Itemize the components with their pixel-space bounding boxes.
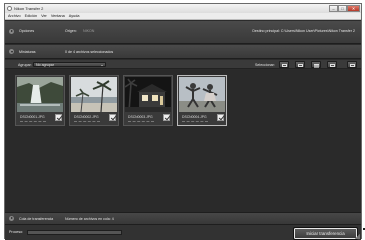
transfer-checkbox[interactable]: [163, 114, 170, 121]
menu-ver[interactable]: Ver: [41, 13, 47, 19]
thumbnail-1[interactable]: DSCN0001.JPG: [15, 75, 65, 126]
menu-bar: Archivo Edición Ver Ventana Ayuda: [5, 13, 361, 20]
progress-label: Proceso:: [9, 230, 24, 234]
thumbnail-4[interactable]: DSCN0004.JPG: [177, 75, 227, 126]
app-icon: [7, 6, 12, 11]
window-title: Nikon Transfer 2: [14, 6, 44, 11]
menu-ayuda[interactable]: Ayuda: [69, 13, 80, 19]
protect-icon: [330, 63, 335, 67]
view-icon: [350, 63, 355, 67]
photo-waterfall: [17, 77, 63, 112]
group-label: Agrupar:: [18, 62, 32, 67]
group-value: No agrupar: [36, 63, 54, 68]
origin-value: NIKON: [83, 29, 95, 33]
select-label: Seleccionar:: [255, 62, 275, 67]
start-transfer-button[interactable]: Iniciar transferencia: [293, 227, 358, 240]
options-panel: Opciones Origen: NIKON Destino principal…: [5, 21, 361, 44]
chevron-down-icon: [101, 64, 103, 66]
options-label[interactable]: Opciones: [19, 29, 34, 33]
minimize-button[interactable]: –: [329, 5, 338, 12]
expand-arrow-icon[interactable]: [9, 216, 14, 221]
file-name: DSCN0003.JPG: [128, 115, 153, 119]
primary-destination: Destino principal: C:\Users\Nikon User\P…: [252, 29, 355, 33]
thumbnails-header: Miniaturas 0 de 4 archivos seleccionados: [5, 45, 361, 59]
title-bar: Nikon Transfer 2 – □ ✕: [5, 4, 361, 13]
transfer-checkbox[interactable]: [55, 114, 62, 121]
rating-placeholder: [20, 121, 46, 122]
select-new-button[interactable]: [311, 61, 321, 68]
photo-night-house: [125, 77, 171, 112]
status-bar: Proceso: Iniciar transferencia: [5, 224, 361, 240]
grid-icon: [282, 63, 287, 67]
progress-bar: [27, 230, 122, 235]
rating-placeholder: [182, 121, 208, 122]
selection-count: 0 de 4 archivos seleccionados: [65, 50, 114, 54]
thumbnail-3[interactable]: DSCN0003.JPG: [123, 75, 173, 126]
queue-label[interactable]: Cola de transferencia: [19, 217, 53, 221]
collapse-arrow-icon[interactable]: [9, 49, 14, 54]
window-controls: – □ ✕: [329, 5, 360, 12]
thumbnail-browser: DSCN0001.JPG DSCN0002.JPG DSCN0003.JPG D…: [5, 70, 361, 212]
transfer-queue-header: Cola de transferencia Número de archivos…: [5, 212, 361, 224]
file-name: DSCN0002.JPG: [74, 115, 99, 119]
resize-grip-icon[interactable]: [355, 234, 360, 239]
select-all-button[interactable]: [279, 61, 289, 68]
transfer-checkbox[interactable]: [109, 114, 116, 121]
thumbnail-toolbar: Agrupar: No agrupar Seleccionar:: [5, 60, 361, 69]
thumbnails-label[interactable]: Miniaturas: [19, 50, 36, 54]
rating-placeholder: [128, 121, 154, 122]
rating-placeholder: [74, 121, 100, 122]
app-window: Nikon Transfer 2 – □ ✕ Archivo Edición V…: [4, 3, 362, 240]
menu-ventana[interactable]: Ventana: [51, 13, 65, 19]
frame-icon: [298, 63, 303, 67]
thumbnail-2[interactable]: DSCN0002.JPG: [69, 75, 119, 126]
list-icon: [314, 63, 319, 65]
close-button[interactable]: ✕: [347, 5, 360, 12]
queue-count: Número de archivos en cola: 4: [65, 217, 114, 221]
photo-dancers: [179, 77, 225, 112]
file-name: DSCN0004.JPG: [182, 115, 207, 119]
menu-archivo[interactable]: Archivo: [8, 13, 21, 19]
maximize-button[interactable]: □: [338, 5, 347, 12]
expand-arrow-icon[interactable]: [9, 29, 14, 34]
group-dropdown[interactable]: No agrupar: [33, 62, 106, 67]
file-name: DSCN0001.JPG: [20, 115, 45, 119]
view-options-button[interactable]: [347, 61, 357, 68]
menu-edicion[interactable]: Edición: [25, 13, 37, 19]
select-none-button[interactable]: [295, 61, 305, 68]
photo-beach: [71, 77, 117, 112]
transfer-checkbox[interactable]: [217, 114, 224, 121]
select-protected-button[interactable]: [327, 61, 337, 68]
origin-label: Origen:: [65, 29, 77, 33]
